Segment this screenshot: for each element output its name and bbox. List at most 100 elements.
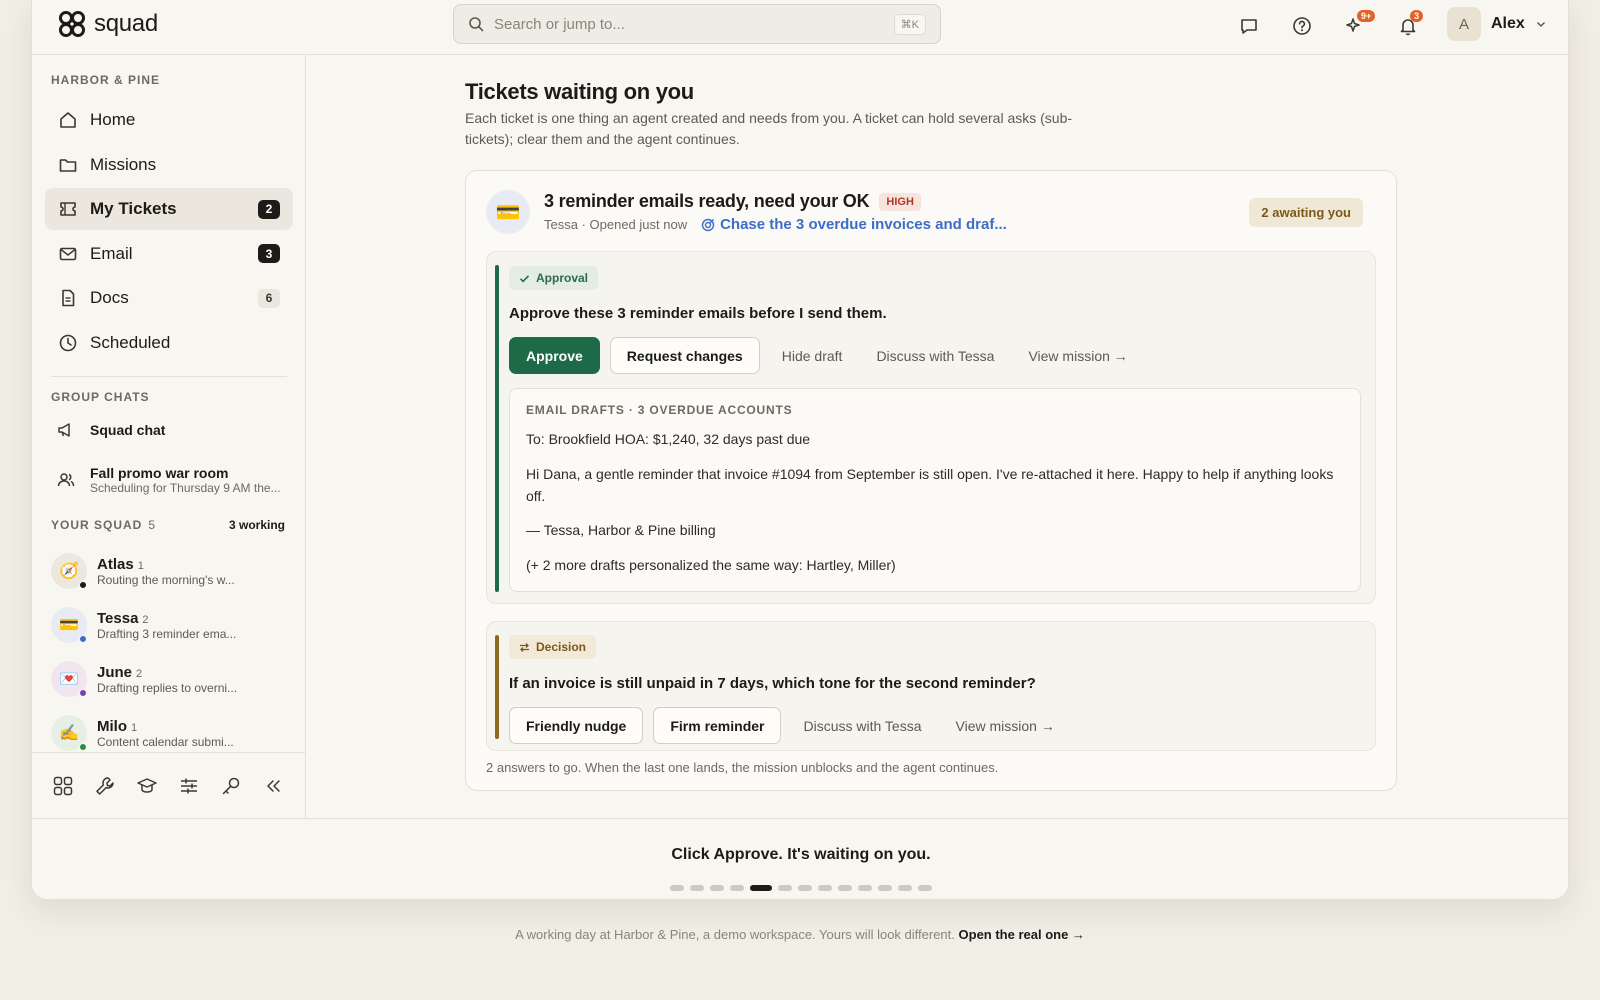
tour-step-dot[interactable] — [750, 885, 772, 891]
agent-status: Content calendar submi... — [97, 734, 234, 749]
sidebar-item-label: Missions — [90, 154, 157, 174]
sliders-icon[interactable] — [178, 775, 200, 797]
agent-june[interactable]: 💌 June 2 Drafting replies to overni... — [51, 661, 291, 697]
agent-atlas[interactable]: 🧭 Atlas 1 Routing the morning's w... — [51, 553, 291, 589]
user-menu[interactable]: A Alex — [1447, 7, 1547, 41]
decision-accent-bar — [495, 635, 499, 739]
activity-button[interactable]: 9+ — [1341, 10, 1376, 40]
view-mission-button[interactable]: View mission → — [944, 707, 1067, 744]
tour-step-dot[interactable] — [798, 885, 812, 891]
status-dot — [79, 689, 87, 697]
ticket-meta: Tessa · Opened just now — [544, 217, 688, 232]
apps-grid-icon[interactable] — [52, 775, 74, 797]
tour-step-dot[interactable] — [898, 885, 912, 891]
sidebar-item-missions[interactable]: Missions — [45, 144, 293, 186]
tour-step-dot[interactable] — [918, 885, 932, 891]
discuss-button[interactable]: Discuss with Tessa — [791, 707, 933, 744]
decision-tag-label: Decision — [536, 640, 587, 654]
agent-name: Tessa — [97, 609, 139, 627]
agent-tessa[interactable]: 💳 Tessa 2 Drafting 3 reminder ema... — [51, 607, 291, 643]
search-input[interactable]: Search or jump to... ⌘K — [453, 4, 941, 44]
chat-icon — [1241, 19, 1257, 34]
tour-step-dot[interactable] — [690, 885, 704, 891]
agent-status: Drafting replies to overni... — [97, 680, 238, 695]
collapse-sidebar-icon[interactable] — [262, 775, 284, 797]
page-title: Tickets waiting on you — [465, 79, 694, 104]
hide-draft-button[interactable]: Hide draft — [770, 337, 855, 374]
your-squad-heading: YOUR SQUAD 5 — [51, 518, 156, 532]
approval-accent-bar — [495, 265, 499, 592]
sidebar-item-scheduled[interactable]: Scheduled — [45, 322, 293, 364]
tour-step-dot[interactable] — [710, 885, 724, 891]
target-icon — [701, 218, 715, 231]
app-name: squad — [94, 10, 158, 37]
tour-step-dot[interactable] — [878, 885, 892, 891]
agent-name: Milo — [97, 717, 127, 735]
tour-step-dot[interactable] — [838, 885, 852, 891]
draft-signature: — Tessa, Harbor & Pine billing — [526, 522, 716, 538]
status-dot — [79, 581, 87, 589]
ticket-footer-note: 2 answers to go. When the last one lands… — [486, 760, 999, 775]
approval-tag-label: Approval — [536, 271, 589, 285]
help-button[interactable] — [1288, 12, 1316, 40]
agent-count: 2 — [136, 667, 143, 680]
chevron-down-icon — [1536, 21, 1545, 28]
tour-step-dot[interactable] — [778, 885, 792, 891]
logo[interactable]: squad — [58, 10, 158, 38]
status-dot — [79, 743, 87, 751]
chat-subtitle: Scheduling for Thursday 9 AM the... — [90, 481, 281, 495]
sidebar-item-docs[interactable]: Docs 6 — [45, 277, 293, 319]
email-count-badge: 3 — [258, 244, 280, 263]
mission-link[interactable]: Chase the 3 overdue invoices and draf... — [701, 216, 1007, 233]
chat-item-squad-chat[interactable]: Squad chat — [56, 420, 165, 440]
agent-count: 1 — [137, 559, 144, 572]
agent-count: 2 — [142, 613, 149, 626]
page-footer: A working day at Harbor & Pine, a demo w… — [0, 927, 1600, 942]
sidebar-item-email[interactable]: Email 3 — [45, 233, 293, 275]
chat-item-fall-promo[interactable]: Fall promo war room Scheduling for Thurs… — [56, 465, 281, 495]
search-placeholder: Search or jump to... — [494, 15, 625, 33]
agent-avatar: 💌 — [51, 661, 87, 697]
clock-icon — [59, 334, 77, 351]
chat-button[interactable] — [1235, 12, 1263, 40]
tour-step-dot[interactable] — [670, 885, 684, 891]
mission-link-label: Chase the 3 overdue invoices and draf... — [720, 216, 1007, 233]
sidebar-item-home[interactable]: Home — [45, 99, 293, 141]
app-window: squad Search or jump to... ⌘K 9+ 3 A Ale… — [31, 0, 1569, 900]
view-mission-button[interactable]: View mission → — [1016, 337, 1139, 374]
discuss-button[interactable]: Discuss with Tessa — [864, 337, 1006, 374]
key-icon[interactable] — [220, 775, 242, 797]
ticket-card: 💳 3 reminder emails ready, need your OK … — [465, 170, 1397, 791]
sidebar-item-label: Email — [90, 243, 133, 263]
tour-progress — [670, 885, 932, 891]
agent-status: Routing the morning's w... — [97, 572, 235, 587]
graduation-cap-icon[interactable] — [136, 775, 158, 797]
tour-step-dot[interactable] — [730, 885, 744, 891]
open-real-link[interactable]: Open the real one → — [959, 927, 1085, 942]
tickets-count-badge: 2 — [258, 199, 280, 219]
firm-reminder-button[interactable]: Firm reminder — [653, 707, 782, 744]
sidebar-item-my-tickets[interactable]: My Tickets 2 — [45, 188, 293, 230]
friendly-nudge-button[interactable]: Friendly nudge — [509, 707, 644, 744]
agent-avatar: 💳 — [486, 190, 530, 234]
squad-logo-icon — [59, 11, 85, 37]
tour-step-dot[interactable] — [818, 885, 832, 891]
sidebar-item-label: My Tickets — [90, 199, 177, 218]
draft-body: Hi Dana, a gentle reminder that invoice … — [526, 466, 1334, 504]
approve-button[interactable]: Approve — [509, 337, 600, 374]
tour-step-dot[interactable] — [858, 885, 872, 891]
working-count: 3 working — [228, 518, 285, 532]
awaiting-badge: 2 awaiting you — [1249, 198, 1363, 227]
your-squad-label: YOUR SQUAD — [51, 518, 143, 532]
request-changes-button[interactable]: Request changes — [609, 337, 760, 374]
notifications-button[interactable]: 3 — [1394, 10, 1424, 40]
workspace-name: HARBOR & PINE — [51, 73, 161, 87]
wrench-icon[interactable] — [94, 775, 116, 797]
search-shortcut: ⌘K — [893, 13, 926, 35]
compass-icon: 🧭 — [59, 563, 79, 580]
writing-hand-icon: ✍️ — [59, 725, 79, 742]
approval-tag: Approval — [509, 266, 599, 290]
agent-avatar: 💳 — [51, 607, 87, 643]
mail-icon — [59, 247, 77, 260]
agent-milo[interactable]: ✍️ Milo 1 Content calendar submi... — [51, 715, 291, 751]
